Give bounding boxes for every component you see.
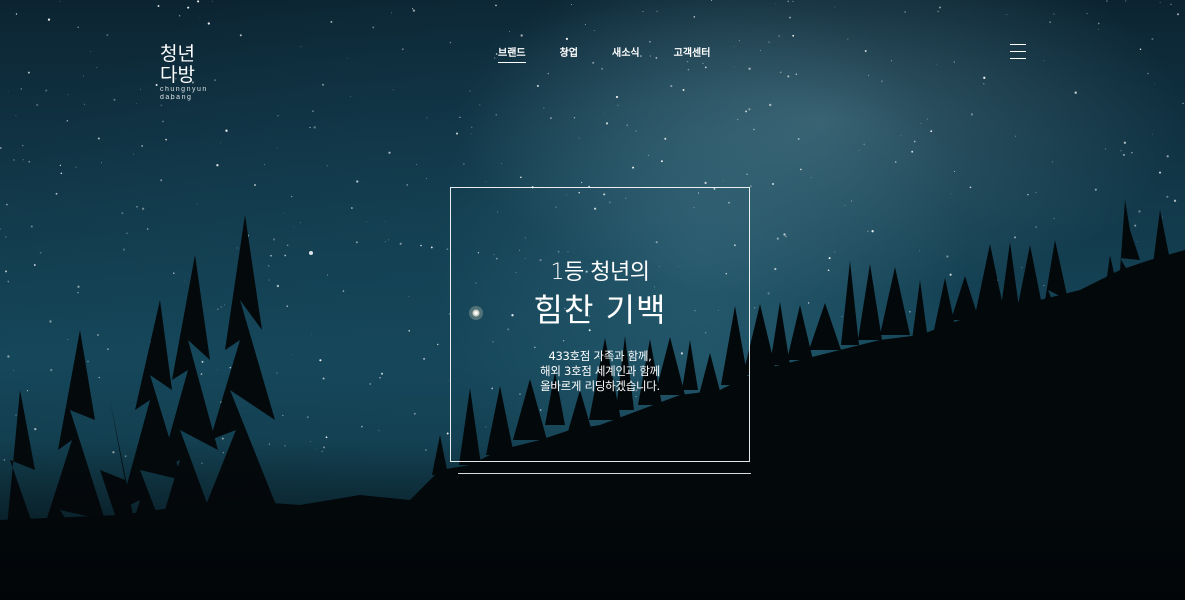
nav-item-startup[interactable]: 창업 xyxy=(560,44,578,63)
nav-item-news[interactable]: 새소식 xyxy=(612,44,640,63)
hero-desc-line3: 올바르게 리딩하겠습니다. xyxy=(540,379,660,393)
pine-tree xyxy=(912,280,928,340)
pine-tree xyxy=(841,261,859,345)
hero-background: 청년 다방 chungnyun dabang 브랜드 창업 새소식 고객센터 1… xyxy=(0,0,1185,600)
main-nav: 브랜드 창업 새소식 고객센터 xyxy=(498,44,744,63)
brand-logo[interactable]: 청년 다방 chungnyun dabang xyxy=(160,44,220,102)
pine-tree xyxy=(809,303,841,350)
pine-tree xyxy=(951,276,979,320)
hero-title-line2: 힘찬 기백 xyxy=(533,291,667,329)
hero-frame-underline xyxy=(458,473,751,474)
logo-subtext-line1: chungnyun xyxy=(160,86,208,93)
pine-tree xyxy=(1000,242,1020,315)
logo-text-line2: 다방 xyxy=(160,64,195,86)
logo-subtext-line2: dabang xyxy=(160,94,193,101)
hero-description: 433호점 가족과 함께, 해외 3호점 세계인과 함께 올바르게 리딩하겠습니… xyxy=(450,349,750,394)
logo-text-line1: 청년 xyxy=(160,43,195,65)
nav-item-brand[interactable]: 브랜드 xyxy=(498,44,526,63)
pine-tree xyxy=(880,267,910,335)
hero-desc-line1: 433호점 가족과 함께, xyxy=(548,349,652,363)
pine-tree xyxy=(770,302,790,365)
pine-tree xyxy=(934,278,956,330)
hero-title-line1: 1등 청년의 xyxy=(550,260,650,285)
pine-tree xyxy=(1017,245,1043,310)
hamburger-menu-icon[interactable] xyxy=(1010,44,1026,60)
pine-tree xyxy=(787,305,813,360)
nav-item-customer-center[interactable]: 고객센터 xyxy=(674,44,711,63)
pine-tree xyxy=(858,264,882,340)
hero-desc-line2: 해외 3호점 세계인과 함께 xyxy=(540,364,660,378)
